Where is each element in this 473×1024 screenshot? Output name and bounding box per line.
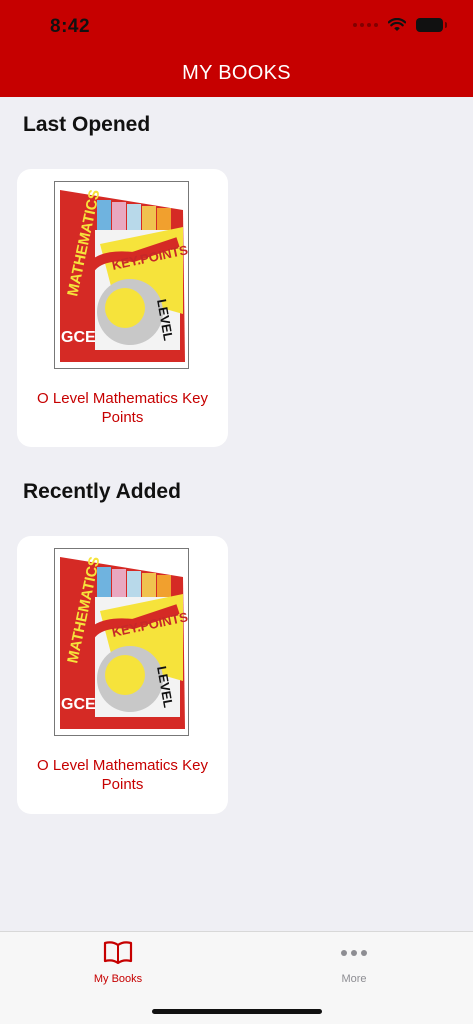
book-card-recently-added[interactable]: MATHEMATICS KEY.POINTS GCE LEVEL O Level… — [17, 536, 228, 814]
section-title-last-opened: Last Opened — [23, 113, 151, 136]
tab-more[interactable]: More — [294, 940, 414, 985]
section-title-recently-added: Recently Added — [23, 480, 181, 503]
home-indicator — [152, 1009, 322, 1014]
tab-label-my-books: My Books — [93, 973, 143, 985]
wifi-icon — [388, 18, 406, 31]
page-title: MY BOOKS — [182, 62, 291, 84]
status-time: 8:42 — [50, 16, 91, 37]
tab-label-more: More — [341, 973, 367, 985]
book-title: O Level Mathematics Key Points — [37, 757, 208, 793]
book-cover-image: MATHEMATICS KEY.POINTS GCE LEVEL — [54, 548, 189, 736]
signal-icon — [353, 23, 378, 27]
svg-text:GCE: GCE — [61, 329, 96, 346]
book-title: O Level Mathematics Key Points — [37, 390, 208, 426]
svg-text:GCE: GCE — [61, 696, 96, 713]
tab-my-books[interactable]: My Books — [58, 940, 178, 985]
more-icon — [341, 950, 367, 956]
book-cover-image: MATHEMATICS KEY.POINTS GCE LEVEL — [54, 181, 189, 369]
battery-icon — [416, 18, 447, 32]
status-icons — [353, 18, 447, 32]
book-card-last-opened[interactable]: MATHEMATICS KEY.POINTS GCE LEVEL O Level… — [17, 169, 228, 447]
top-bar: 8:42 MY BOOKS — [0, 0, 473, 97]
book-icon — [103, 941, 133, 965]
